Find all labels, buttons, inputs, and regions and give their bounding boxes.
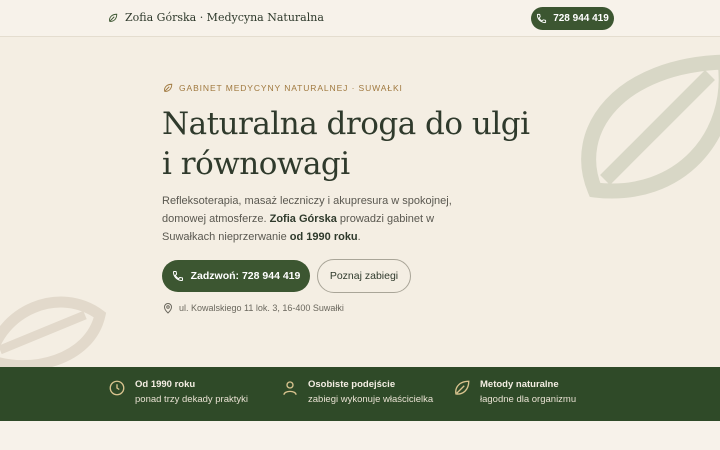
hero-title: Naturalna droga do ulgi i równowagi bbox=[162, 104, 562, 184]
hero-eyebrow-text: GABINET MEDYCYNY NATURALNEJ · SUWAŁKI bbox=[179, 83, 403, 93]
feature-personal-approach: Osobiste podejście zabiegi wykonuje właś… bbox=[281, 379, 433, 405]
header-phone-button[interactable]: 728 944 419 bbox=[531, 7, 614, 30]
clock-icon bbox=[109, 380, 125, 396]
hero-title-line-1: Naturalna droga do ulgi bbox=[162, 106, 530, 142]
call-button-label: Zadzwoń: 728 944 419 bbox=[190, 270, 301, 282]
decorative-leaf-left bbox=[0, 296, 107, 372]
services-button[interactable]: Poznaj zabiegi bbox=[317, 259, 411, 293]
leaf-icon bbox=[455, 380, 470, 395]
hero-title-line-2: i równowagi bbox=[162, 146, 350, 182]
map-pin-icon bbox=[163, 303, 173, 314]
next-section-edge bbox=[0, 421, 720, 450]
feature-subtitle: zabiegi wykonuje właścicielka bbox=[308, 394, 434, 405]
call-button[interactable]: Zadzwoń: 728 944 419 bbox=[162, 260, 310, 292]
feature-title: Od 1990 roku bbox=[135, 379, 196, 390]
feature-since-1990: Od 1990 roku ponad trzy dekady praktyki bbox=[108, 379, 248, 405]
brand-logo[interactable]: Zofia Górska · Medycyna Naturalna bbox=[108, 11, 324, 24]
phone-icon bbox=[537, 13, 547, 24]
hero-eyebrow: GABINET MEDYCYNY NATURALNEJ · SUWAŁKI bbox=[163, 83, 403, 93]
decorative-leaf-top-right bbox=[581, 54, 720, 199]
feature-title: Osobiste podejście bbox=[308, 379, 396, 390]
feature-title: Metody naturalne bbox=[480, 379, 559, 390]
feature-natural-methods: Metody naturalne łagodne dla organizmu bbox=[453, 379, 576, 405]
brand-name: Zofia Górska · Medycyna Naturalna bbox=[125, 11, 324, 24]
person-icon bbox=[283, 381, 297, 395]
top-navigation-bar: Zofia Górska · Medycyna Naturalna 728 94… bbox=[0, 0, 720, 37]
features-band: Od 1990 roku ponad trzy dekady praktyki … bbox=[0, 367, 720, 421]
address: ul. Kowalskiego 11 lok. 3, 16-400 Suwałk… bbox=[162, 302, 344, 314]
feature-subtitle: ponad trzy dekady praktyki bbox=[135, 394, 249, 405]
hero-description: Refleksoterapia, masaż leczniczy i akupr… bbox=[162, 192, 462, 246]
address-text: ul. Kowalskiego 11 lok. 3, 16-400 Suwałk… bbox=[179, 303, 344, 313]
services-button-label: Poznaj zabiegi bbox=[329, 270, 399, 282]
since-year: od 1990 roku bbox=[289, 231, 358, 243]
header-phone-number: 728 944 419 bbox=[553, 13, 609, 24]
phone-icon bbox=[172, 271, 183, 282]
feature-subtitle: łagodne dla organizmu bbox=[480, 394, 577, 405]
leaf-icon bbox=[109, 13, 118, 22]
owner-name: Zofia Górska bbox=[269, 213, 337, 225]
leaf-icon bbox=[164, 83, 173, 92]
hero-description-end: . bbox=[357, 231, 361, 243]
